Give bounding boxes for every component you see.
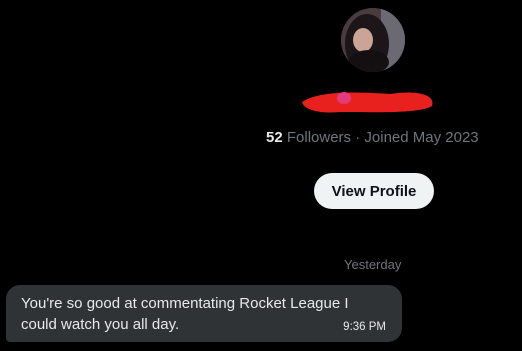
message-timestamp: 9:36 PM <box>343 321 386 333</box>
joined-date: Joined May 2023 <box>364 129 479 146</box>
avatar[interactable] <box>341 8 405 72</box>
message-bubble[interactable]: You're so good at commentating Rocket Le… <box>6 285 402 342</box>
day-divider: Yesterday <box>344 257 402 272</box>
followers-label[interactable]: Followers <box>287 129 351 146</box>
profile-photo-icon <box>341 8 405 72</box>
profile-stats: 52 Followers · Joined May 2023 <box>266 129 479 146</box>
stats-separator: · <box>351 129 365 146</box>
message-text: You're so good at commentating Rocket Le… <box>21 295 349 333</box>
followers-count[interactable]: 52 <box>266 129 283 146</box>
view-profile-button[interactable]: View Profile <box>314 173 434 209</box>
display-name-redacted <box>300 84 440 118</box>
